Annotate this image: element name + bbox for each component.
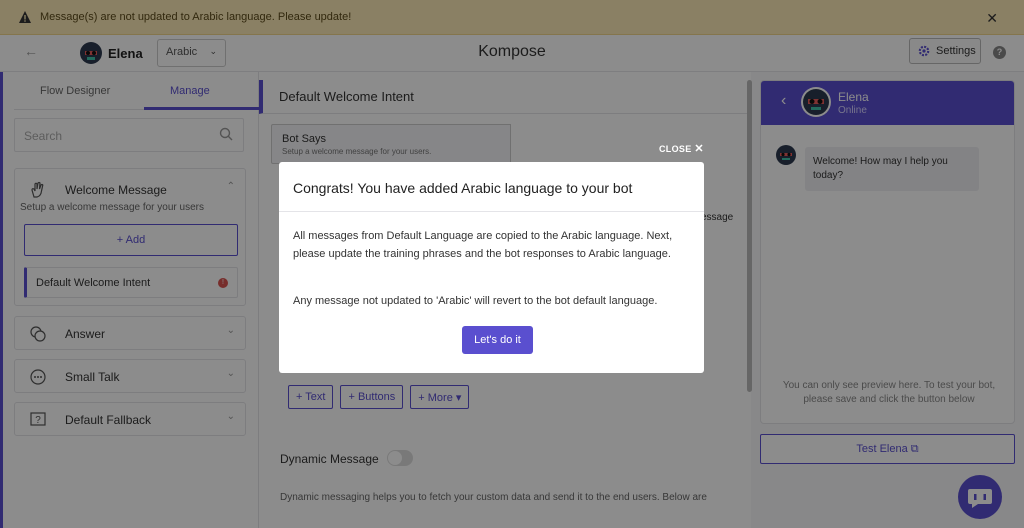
dialog-paragraph-2: Any message not updated to 'Arabic' will… xyxy=(293,295,658,307)
close-label: CLOSE xyxy=(659,144,692,154)
close-icon: ✕ xyxy=(694,143,704,155)
language-added-dialog: Congrats! You have added Arabic language… xyxy=(279,162,704,373)
dialog-divider xyxy=(279,211,704,212)
dialog-paragraph-1: All messages from Default Language are c… xyxy=(293,230,673,260)
dialog-title: Congrats! You have added Arabic language… xyxy=(293,180,633,196)
lets-do-it-button[interactable]: Let's do it xyxy=(462,326,533,354)
modal-close-button[interactable]: CLOSE ✕ xyxy=(659,142,704,155)
